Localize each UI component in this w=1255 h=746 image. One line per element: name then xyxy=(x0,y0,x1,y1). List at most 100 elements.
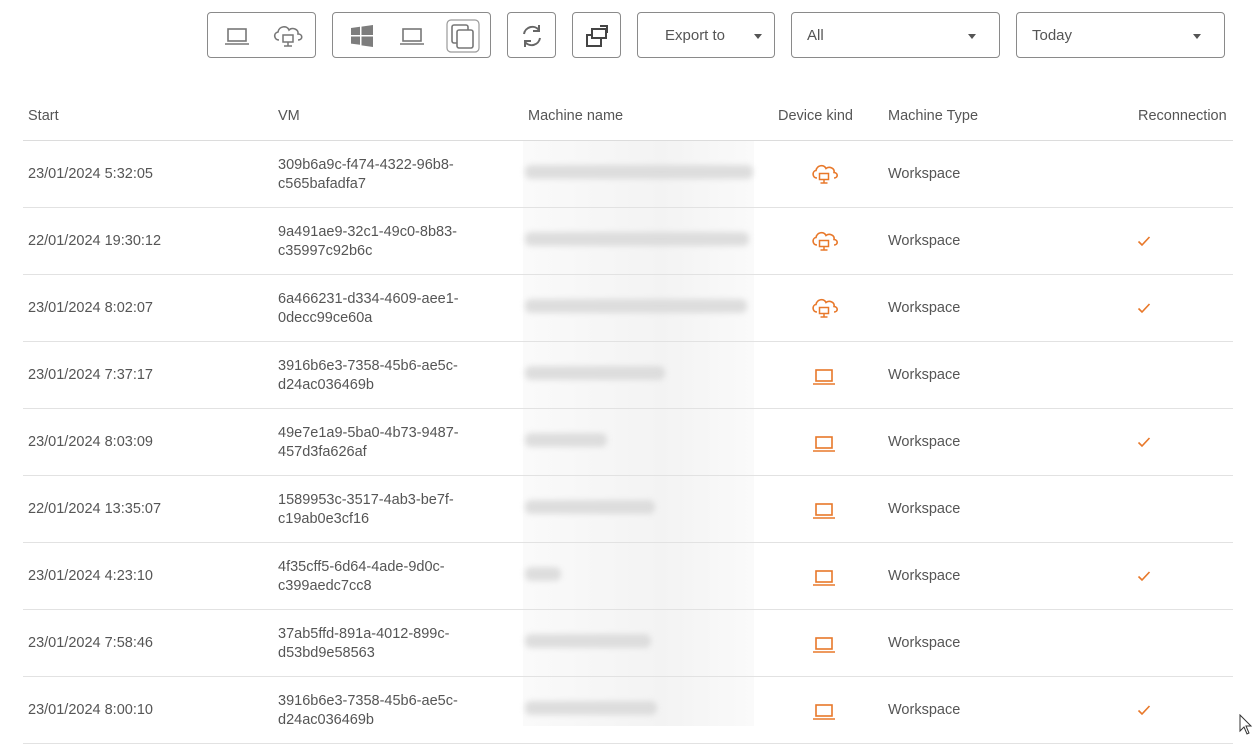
check-icon xyxy=(1136,300,1152,316)
laptop-icon[interactable] xyxy=(223,22,251,50)
vm-id-line-1: 3916b6e3-7358-45b6-ae5c- xyxy=(278,358,458,374)
chevron-down-icon xyxy=(968,34,976,39)
start-time: 23/01/2024 8:00:10 xyxy=(28,702,153,718)
vm-id-line-1: 49e7e1a9-5ba0-4b73-9487- xyxy=(278,425,459,441)
vm-id-line-1: 9a491ae9-32c1-49c0-8b83- xyxy=(278,224,457,240)
machine-name-redacted xyxy=(525,701,657,715)
filter-dropdown[interactable]: All xyxy=(791,12,1000,58)
vm-id-line-2: 457d3fa626af xyxy=(278,444,367,460)
device-kind-toggle-group xyxy=(207,12,316,58)
cloud-desktop-icon xyxy=(810,161,838,189)
column-header-vm[interactable]: VM xyxy=(278,108,300,124)
start-time: 22/01/2024 19:30:12 xyxy=(28,233,162,249)
date-range-dropdown[interactable]: Today xyxy=(1016,12,1225,58)
machine-type: Workspace xyxy=(888,501,961,517)
check-icon xyxy=(1136,434,1152,450)
table-row[interactable]: 23/01/2024 8:02:07 6a466231-d334-4609-aee… xyxy=(23,275,1233,342)
vm-id: 49e7e1a9-5ba0-4b73-9487- 457d3fa626af xyxy=(278,424,459,462)
vm-id-line-2: c35997c92b6c xyxy=(278,243,373,259)
machine-type: Workspace xyxy=(888,233,961,249)
start-time: 23/01/2024 4:23:10 xyxy=(28,568,153,584)
toolbar: Export to All Today xyxy=(0,12,1255,60)
vm-id: 9a491ae9-32c1-49c0-8b83- c35997c92b6c xyxy=(278,223,457,261)
popout-icon xyxy=(583,22,611,50)
table-row[interactable]: 23/01/2024 8:00:10 3916b6e3-7358-45b6-ae5… xyxy=(23,677,1233,744)
machine-name-redacted xyxy=(525,433,607,447)
start-time: 23/01/2024 8:03:09 xyxy=(28,434,153,450)
column-header-start[interactable]: Start xyxy=(28,108,59,124)
start-time: 23/01/2024 7:37:17 xyxy=(28,367,153,383)
export-dropdown[interactable]: Export to xyxy=(637,12,775,58)
chevron-down-icon xyxy=(754,34,762,39)
machine-name-redacted xyxy=(525,500,655,514)
vm-id: 4f35cff5-6d64-4ade-9d0c-c399aedc7cc8 xyxy=(278,558,445,596)
vm-id-line-1: 3916b6e3-7358-45b6-ae5c- xyxy=(278,693,458,709)
refresh-button[interactable] xyxy=(507,12,556,58)
table-row[interactable]: 23/01/2024 7:37:17 3916b6e3-7358-45b6-ae5… xyxy=(23,342,1233,409)
laptop-icon xyxy=(810,563,838,591)
check-icon xyxy=(1136,568,1152,584)
mouse-cursor-icon xyxy=(1239,714,1253,735)
column-header-reconnection[interactable]: Reconnection xyxy=(1138,108,1227,124)
table-row[interactable]: 22/01/2024 19:30:12 9a491ae9-32c1-49c0-8b… xyxy=(23,208,1233,275)
table-row[interactable]: 23/01/2024 4:23:10 4f35cff5-6d64-4ade-9d0… xyxy=(23,543,1233,610)
machine-name-redacted xyxy=(525,165,753,179)
vm-id: 6a466231-d334-4609-aee1- 0decc99ce60a xyxy=(278,290,459,328)
laptop-icon[interactable] xyxy=(398,22,426,50)
refresh-icon xyxy=(518,22,546,50)
table-header: Start VM Machine name Device kind Machin… xyxy=(23,93,1233,141)
check-icon xyxy=(1136,702,1152,718)
vm-id: 309b6a9c-f474-4322-96b8- c565bafadfa7 xyxy=(278,156,454,194)
laptop-icon xyxy=(810,630,838,658)
machine-type: Workspace xyxy=(888,635,961,651)
laptop-icon xyxy=(810,697,838,725)
vm-id: 3916b6e3-7358-45b6-ae5c-d24ac036469b xyxy=(278,357,458,395)
column-header-machine-type[interactable]: Machine Type xyxy=(888,108,978,124)
machine-name-redacted xyxy=(525,299,747,313)
vm-id-line-1: 37ab5ffd-891a-4012-899c- xyxy=(278,626,450,642)
machine-type: Workspace xyxy=(888,166,961,182)
cloud-desktop-icon xyxy=(810,228,838,256)
column-header-machine-name[interactable]: Machine name xyxy=(528,108,623,124)
check-icon xyxy=(1136,233,1152,249)
vm-id-line-1: 4f35cff5-6d64-4ade-9d0c- xyxy=(278,559,445,575)
copy-icon[interactable] xyxy=(446,19,480,53)
machine-type: Workspace xyxy=(888,434,961,450)
vm-id: 1589953c-3517-4ab3-be7f-c19ab0e3cf16 xyxy=(278,491,454,529)
table-row[interactable]: 23/01/2024 7:58:46 37ab5ffd-891a-4012-899… xyxy=(23,610,1233,677)
machine-type: Workspace xyxy=(888,702,961,718)
vm-id-line-2: d24ac036469b xyxy=(278,712,374,728)
table-row[interactable]: 23/01/2024 5:32:05 309b6a9c-f474-4322-96b… xyxy=(23,141,1233,208)
machine-name-redacted xyxy=(525,567,561,581)
vm-id-line-2: 0decc99ce60a xyxy=(278,310,373,326)
vm-id-line-1: 309b6a9c-f474-4322-96b8- xyxy=(278,157,454,173)
start-time: 23/01/2024 5:32:05 xyxy=(28,166,153,182)
vm-id-line-2: d53bd9e58563 xyxy=(278,645,375,661)
popout-button[interactable] xyxy=(572,12,621,58)
vm-id: 3916b6e3-7358-45b6-ae5c-d24ac036469b xyxy=(278,692,458,730)
machine-name-redacted xyxy=(525,232,749,246)
column-header-device-kind[interactable]: Device kind xyxy=(778,108,853,124)
vm-id-line-2: d24ac036469b xyxy=(278,377,374,393)
vm-id-line-1: 6a466231-d334-4609-aee1- xyxy=(278,291,459,307)
machine-type: Workspace xyxy=(888,367,961,383)
vm-id-line-2: c399aedc7cc8 xyxy=(278,578,372,594)
export-label: Export to xyxy=(665,27,726,44)
platform-toggle-group xyxy=(332,12,491,58)
machine-type: Workspace xyxy=(888,568,961,584)
vm-id: 37ab5ffd-891a-4012-899c-d53bd9e58563 xyxy=(278,625,449,663)
vm-id-line-2: c565bafadfa7 xyxy=(278,176,366,192)
start-time: 23/01/2024 7:58:46 xyxy=(28,635,153,651)
table-row[interactable]: 23/01/2024 8:03:09 49e7e1a9-5ba0-4b73-948… xyxy=(23,409,1233,476)
vm-id-line-1: 1589953c-3517-4ab3-be7f- xyxy=(278,492,454,508)
windows-icon[interactable] xyxy=(348,22,376,50)
cloud-desktop-icon xyxy=(810,295,838,323)
machine-name-redacted xyxy=(525,366,665,380)
chevron-down-icon xyxy=(1193,34,1201,39)
start-time: 23/01/2024 8:02:07 xyxy=(28,300,153,316)
table-row[interactable]: 22/01/2024 13:35:07 1589953c-3517-4ab3-be… xyxy=(23,476,1233,543)
laptop-icon xyxy=(810,362,838,390)
laptop-icon xyxy=(810,429,838,457)
filter-value: All xyxy=(807,27,824,44)
cloud-desktop-icon[interactable] xyxy=(271,22,305,50)
